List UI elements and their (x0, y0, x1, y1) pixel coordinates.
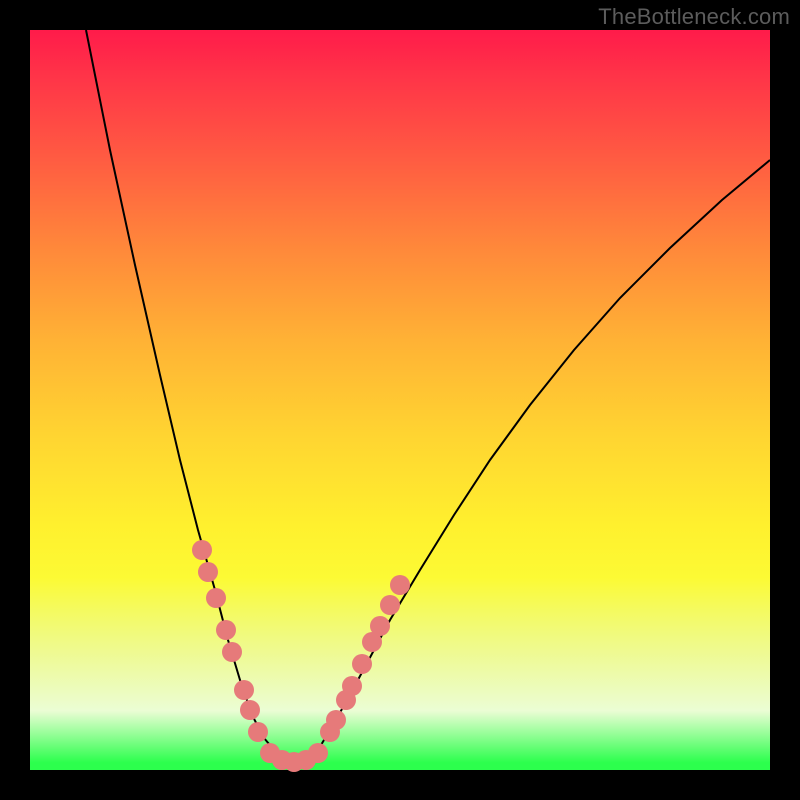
curve-left-arm (86, 30, 274, 750)
bead-marker (308, 743, 328, 763)
watermark-text: TheBottleneck.com (598, 4, 790, 30)
bead-marker (240, 700, 260, 720)
curve-right-arm (318, 160, 770, 750)
bead-marker (234, 680, 254, 700)
bead-marker (248, 722, 268, 742)
bead-cluster-left (192, 540, 268, 742)
bead-marker (342, 676, 362, 696)
chart-svg (30, 30, 770, 770)
bead-marker (390, 575, 410, 595)
bead-cluster-trough (260, 743, 328, 772)
bead-marker (222, 642, 242, 662)
bead-marker (326, 710, 346, 730)
bead-marker (352, 654, 372, 674)
bead-marker (192, 540, 212, 560)
bead-marker (216, 620, 236, 640)
bead-marker (198, 562, 218, 582)
bead-marker (206, 588, 226, 608)
bead-marker (370, 616, 390, 636)
bead-cluster-right (320, 575, 410, 742)
chart-plot-area (30, 30, 770, 770)
bead-marker (380, 595, 400, 615)
